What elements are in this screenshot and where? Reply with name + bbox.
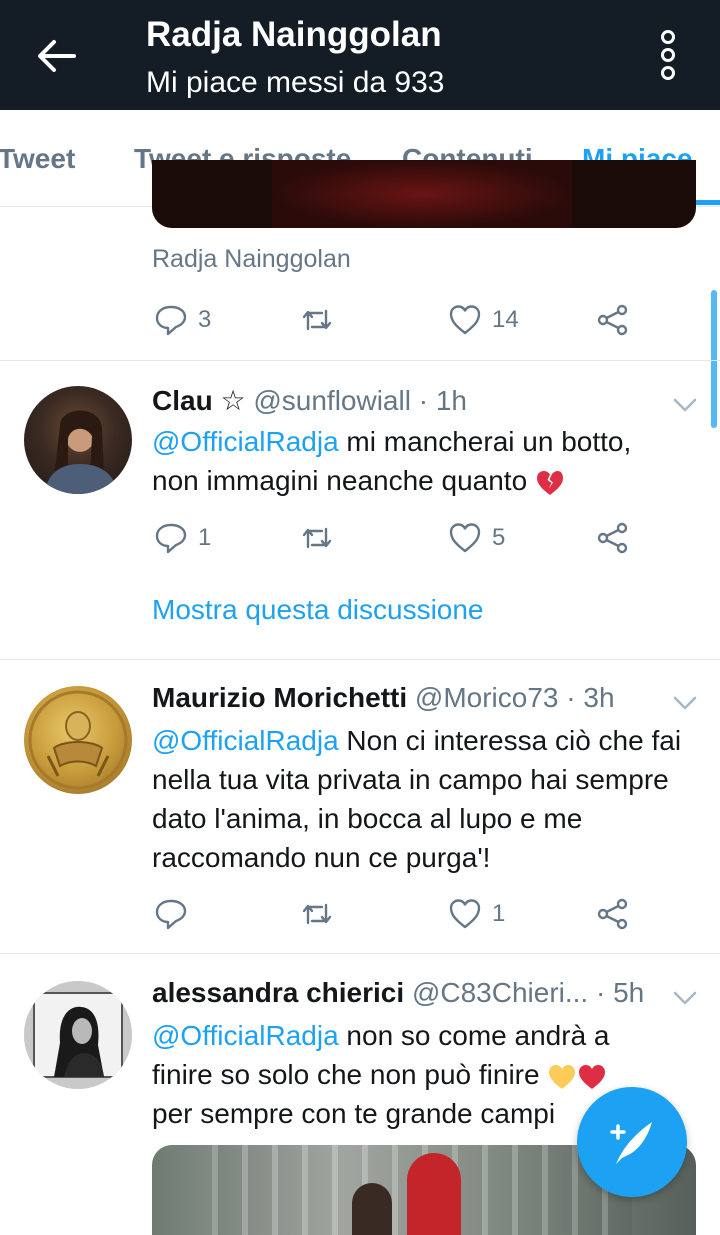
share-button[interactable]: [596, 300, 630, 340]
tweet-text: @OfficialRadja Non ci interessa ciò che …: [152, 721, 682, 877]
mention-link[interactable]: @OfficialRadja: [152, 426, 339, 457]
avatar-photo: [44, 410, 118, 494]
heart-icon: [449, 523, 481, 553]
tweet-text-line: finire so solo che non può finire: [152, 1059, 548, 1090]
show-thread-link[interactable]: Mostra questa discussione: [152, 594, 484, 626]
scrollbar[interactable]: [711, 290, 717, 428]
chevron-down-icon[interactable]: [672, 694, 698, 712]
share-icon: [597, 898, 628, 930]
more-options-icon[interactable]: [650, 30, 686, 86]
avatar-photo: [28, 690, 128, 790]
tweet-text-line: non so come andrà a: [338, 1020, 610, 1051]
tweet-media-image[interactable]: [152, 160, 696, 228]
top-app-bar: Radja Nainggolan Mi piace messi da 933: [0, 0, 720, 110]
avatar[interactable]: [24, 386, 132, 494]
tweet-header: Maurizio Morichetti @Morico73 · 3h: [152, 682, 615, 714]
tweet-text-line: non immagini neanche quanto: [152, 465, 535, 496]
share-button[interactable]: [596, 894, 630, 934]
likes-count-subtitle: Mi piace messi da 933: [146, 66, 445, 99]
red-heart-icon: [579, 1064, 606, 1089]
like-button[interactable]: 14: [448, 300, 519, 340]
mention-link[interactable]: @OfficialRadja: [152, 725, 339, 756]
reply-icon: [155, 523, 187, 554]
tweet-divider: [0, 659, 720, 660]
compose-feather-icon: [610, 1122, 652, 1164]
author-handle-time: @Morico73 · 3h: [414, 682, 615, 713]
broken-heart-icon: [536, 470, 563, 495]
retweet-icon: [302, 903, 332, 925]
reply-icon: [155, 899, 187, 930]
chevron-down-icon[interactable]: [672, 989, 698, 1007]
reply-button[interactable]: [154, 894, 188, 934]
author-handle-time: @sunflowiall · 1h: [253, 385, 467, 416]
reply-count: 3: [198, 306, 212, 333]
like-button[interactable]: 1: [448, 894, 505, 934]
like-count: 1: [492, 900, 506, 927]
author-name[interactable]: Maurizio Morichetti: [152, 682, 407, 713]
yellow-heart-icon: [549, 1064, 576, 1089]
compose-tweet-button[interactable]: [577, 1087, 687, 1197]
heart-icon: [449, 899, 481, 929]
tweet-header: Clau ☆ @sunflowiall · 1h: [152, 384, 467, 417]
heart-icon: [449, 305, 481, 335]
tweet-text-line: Non ci interessa ciò che: [338, 725, 644, 756]
tweet-header: alessandra chierici @C83Chieri... · 5h: [152, 977, 644, 1009]
tweet-divider: [0, 953, 720, 954]
arrow-back-icon: [38, 40, 76, 72]
avatar[interactable]: [24, 981, 132, 1089]
tweet-text-line: per sempre con te grande campi: [152, 1098, 556, 1129]
chevron-down-icon[interactable]: [672, 396, 698, 414]
author-name[interactable]: alessandra chierici: [152, 977, 404, 1008]
like-button[interactable]: 5: [448, 518, 505, 558]
like-count: 14: [492, 306, 519, 333]
share-button[interactable]: [596, 518, 630, 558]
tweet-text: @OfficialRadja mi mancherai un botto, no…: [152, 422, 692, 500]
retweet-button[interactable]: [300, 300, 334, 340]
back-button[interactable]: [30, 30, 82, 82]
reply-button[interactable]: 1: [154, 518, 211, 558]
retweet-icon: [302, 527, 332, 549]
avatar[interactable]: [24, 686, 132, 794]
retweet-icon: [302, 309, 332, 331]
tweet-divider: [0, 360, 720, 361]
author-name[interactable]: Clau ☆: [152, 385, 246, 416]
tweet-time: · 5h: [595, 977, 645, 1008]
like-count: 5: [492, 524, 506, 551]
profile-title: Radja Nainggolan: [146, 15, 442, 54]
reply-icon: [155, 305, 187, 336]
author-handle: @C83Chieri...: [411, 977, 589, 1008]
tab-tweet[interactable]: Tweet: [0, 143, 75, 175]
retweet-button[interactable]: [300, 518, 334, 558]
mention-link[interactable]: @OfficialRadja: [152, 1020, 339, 1051]
avatar-photo: [24, 981, 132, 1089]
reply-button[interactable]: 3: [154, 300, 211, 340]
share-icon: [597, 522, 628, 554]
tweet-text-line: mi mancherai un botto,: [338, 426, 632, 457]
reply-count: 1: [198, 524, 212, 551]
media-source-label: Radja Nainggolan: [152, 245, 351, 273]
retweet-button[interactable]: [300, 894, 334, 934]
share-icon: [597, 304, 628, 336]
